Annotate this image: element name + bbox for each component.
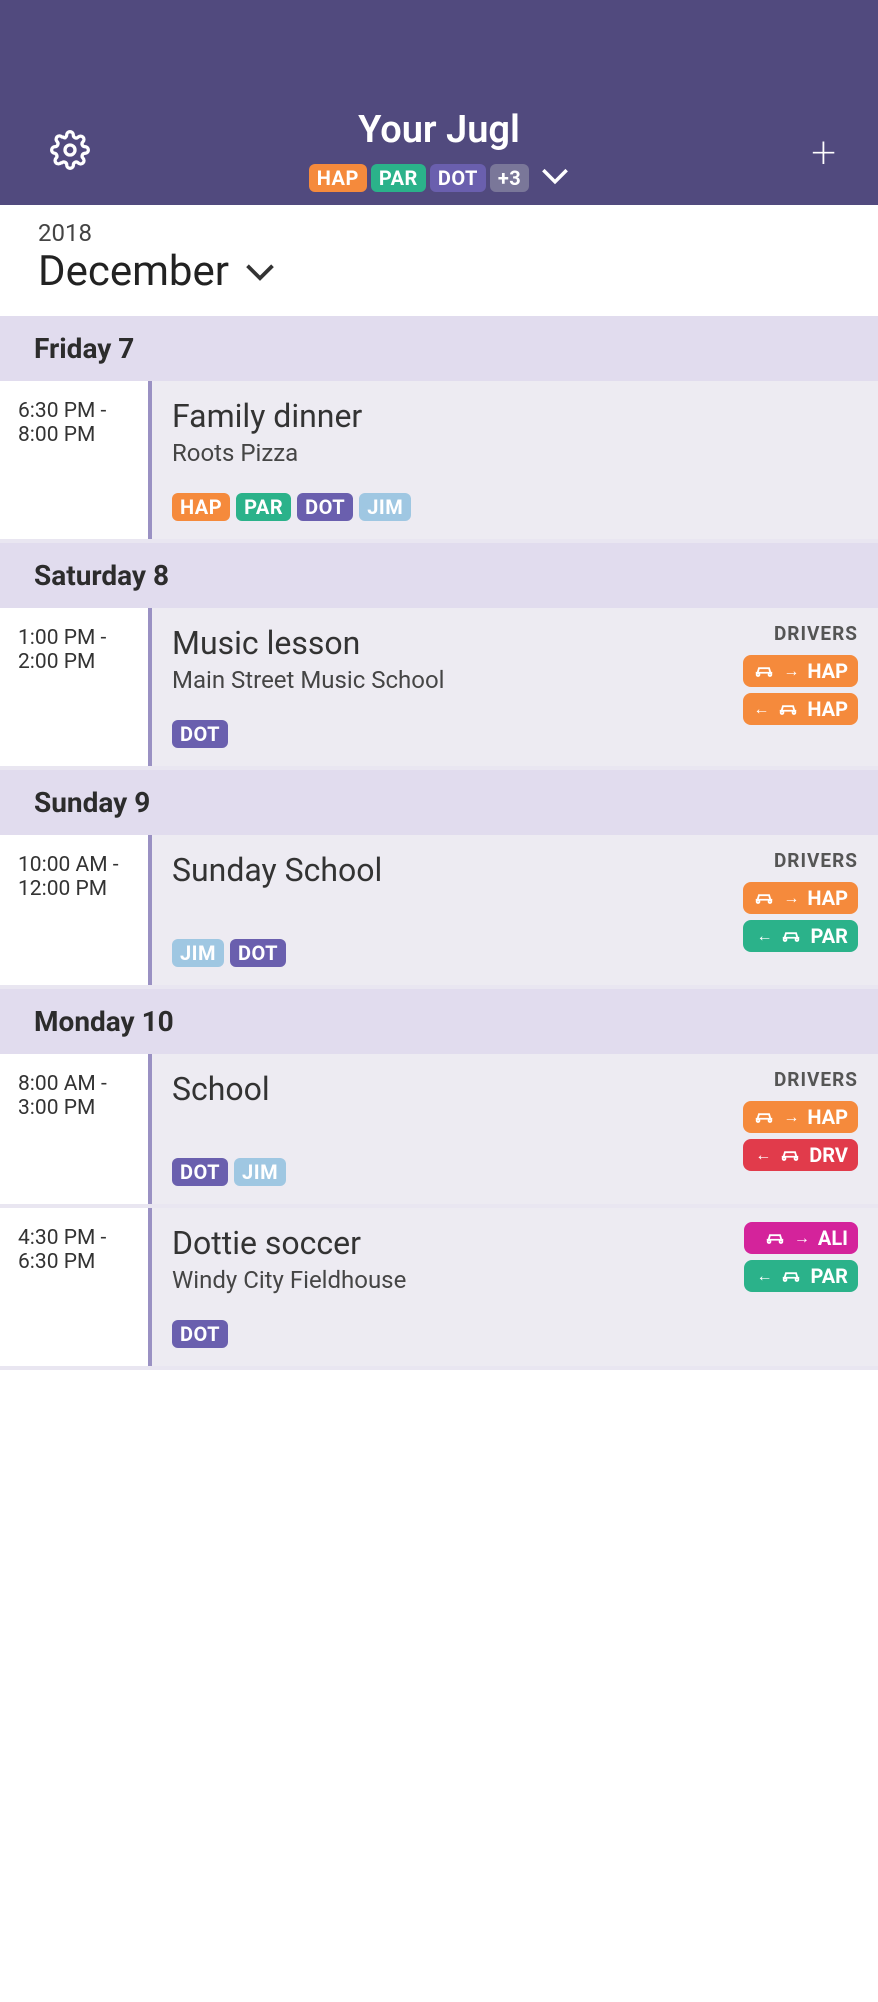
app-header: + Your Jugl HAP PAR DOT +3 [0,0,878,205]
car-icon [764,1226,786,1250]
driver-name: HAP [807,1105,848,1129]
event-card[interactable]: Sunday SchoolJIMDOTDRIVERS→HAP←PAR [148,835,878,985]
person-tag: JIM [234,1158,286,1186]
car-icon [753,886,775,910]
event-row[interactable]: 1:00 PM -2:00 PMMusic lessonMain Street … [0,608,878,770]
driver-from-badge: ← HAP [743,693,858,725]
event-location: Roots Pizza [172,439,858,467]
chevron-down-icon [245,262,275,282]
event-tags: DOT [172,1294,858,1348]
event-title: Family dinner [172,397,858,435]
event-row[interactable]: 8:00 AM -3:00 PMSchoolDOTJIMDRIVERS→HAP←… [0,1054,878,1208]
person-tag: JIM [359,493,411,521]
drivers-box: DRIVERS → HAP ← HAP [743,622,858,731]
filter-tag-more[interactable]: +3 [490,164,529,192]
plus-icon: + [811,126,836,178]
event-row[interactable]: 10:00 AM -12:00 PMSunday SchoolJIMDOTDRI… [0,835,878,989]
driver-to-badge: → ALI [744,1222,858,1254]
drivers-label: DRIVERS [743,1068,858,1091]
event-time: 8:00 AM -3:00 PM [0,1054,148,1204]
month-selector[interactable]: 2018 December [0,205,878,316]
arrow-right-icon: → [783,661,799,681]
event-time: 4:30 PM -6:30 PM [0,1208,148,1366]
drivers-box: → ALI ← PAR [744,1222,858,1298]
driver-to-badge: → HAP [743,1101,858,1133]
driver-name: HAP [807,697,848,721]
driver-name: DRV [809,1143,848,1167]
chevron-down-icon[interactable] [541,167,569,189]
person-tag: HAP [172,493,230,521]
arrow-right-icon: → [783,888,799,908]
car-icon [780,924,802,948]
person-tag: DOT [172,1158,228,1186]
event-card[interactable]: Dottie soccerWindy City FieldhouseDOT→AL… [148,1208,878,1366]
event-time: 10:00 AM -12:00 PM [0,835,148,985]
car-icon [779,1143,801,1167]
event-tags: HAPPARDOTJIM [172,467,858,521]
app-title: Your Jugl [0,108,878,152]
driver-name: PAR [810,1264,848,1288]
day-header: Friday 7 [0,316,878,381]
arrow-right-icon: → [794,1228,810,1248]
driver-from-badge: ← PAR [743,920,858,952]
person-tag: PAR [236,493,291,521]
car-icon [753,1105,775,1129]
drivers-box: DRIVERS → HAP ← PAR [743,849,858,958]
arrow-left-icon: ← [756,1266,772,1286]
day-header: Sunday 9 [0,770,878,835]
person-tag: DOT [172,720,228,748]
person-tag: JIM [172,939,224,967]
settings-button[interactable] [50,130,90,174]
arrow-right-icon: → [783,1107,799,1127]
header-tag-filter[interactable]: HAP PAR DOT +3 [309,164,570,192]
driver-name: HAP [807,886,848,910]
add-button[interactable]: + [811,130,836,174]
filter-tag[interactable]: PAR [371,164,426,192]
person-tag: DOT [297,493,353,521]
drivers-box: DRIVERS → HAP ← DRV [743,1068,858,1177]
arrow-left-icon: ← [753,699,769,719]
gear-icon [50,130,90,170]
person-tag: DOT [230,939,286,967]
day-header: Saturday 8 [0,543,878,608]
month-label: December [38,247,229,296]
event-card[interactable]: Music lessonMain Street Music SchoolDOTD… [148,608,878,766]
person-tag: DOT [172,1320,228,1348]
car-icon [753,659,775,683]
event-row[interactable]: 6:30 PM -8:00 PM Family dinner Roots Pizza… [0,381,878,543]
event-time: 6:30 PM -8:00 PM [0,381,148,539]
filter-tag[interactable]: DOT [430,164,486,192]
driver-to-badge: → HAP [743,655,858,687]
drivers-label: DRIVERS [743,622,858,645]
event-card[interactable]: SchoolDOTJIMDRIVERS→HAP←DRV [148,1054,878,1204]
driver-name: PAR [810,924,848,948]
car-icon [777,697,799,721]
filter-tag[interactable]: HAP [309,164,367,192]
agenda-list: Friday 76:30 PM -8:00 PM Family dinner Roo… [0,316,878,1370]
event-card[interactable]: Family dinnerRoots PizzaHAPPARDOTJIM [148,381,878,539]
event-time: 1:00 PM -2:00 PM [0,608,148,766]
driver-name: ALI [818,1226,848,1250]
driver-from-badge: ← DRV [743,1139,858,1171]
day-header: Monday 10 [0,989,878,1054]
driver-to-badge: → HAP [743,882,858,914]
arrow-left-icon: ← [756,926,772,946]
driver-name: HAP [807,659,848,683]
event-row[interactable]: 4:30 PM -6:30 PMDottie soccerWindy City … [0,1208,878,1370]
arrow-left-icon: ← [755,1145,771,1165]
drivers-label: DRIVERS [743,849,858,872]
car-icon [780,1264,802,1288]
driver-from-badge: ← PAR [744,1260,858,1292]
year-label: 2018 [38,219,848,247]
